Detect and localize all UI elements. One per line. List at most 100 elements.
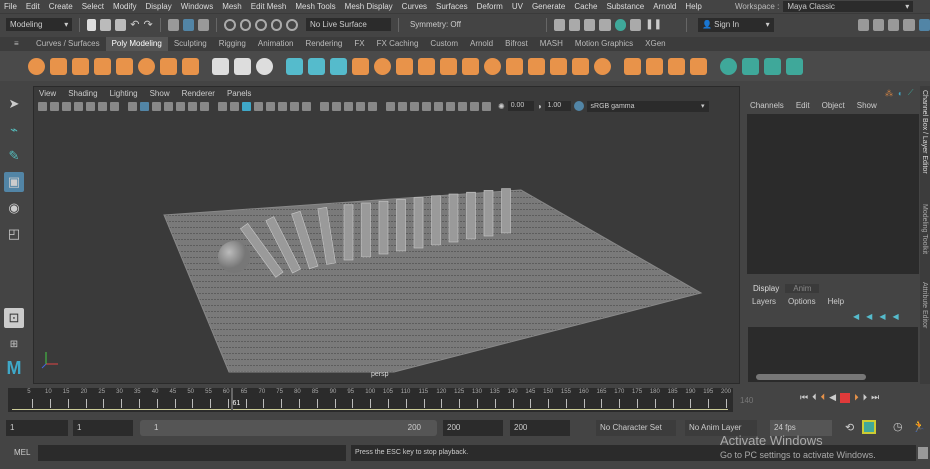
viewport-tool-icon[interactable] — [386, 101, 395, 111]
viewport-tool-icon[interactable] — [128, 101, 137, 111]
help-icon[interactable]: ◐ — [898, 89, 903, 98]
viewport-tool-icon[interactable] — [482, 101, 491, 111]
tab-poly-modeling[interactable]: Poly Modeling — [105, 37, 168, 51]
panel-menu-shading[interactable]: Shading — [68, 89, 97, 98]
uv-icon[interactable] — [330, 57, 347, 75]
menu-edit-mesh[interactable]: Edit Mesh — [251, 2, 287, 11]
tab-attribute-editor[interactable]: Attribute Editor — [921, 282, 928, 328]
mesh-a-icon[interactable] — [720, 57, 737, 75]
type-icon[interactable] — [234, 57, 251, 75]
tab-mash[interactable]: MASH — [534, 37, 569, 51]
menu-mesh-display[interactable]: Mesh Display — [345, 2, 393, 11]
smooth-icon[interactable] — [440, 57, 457, 75]
render-settings-icon[interactable] — [584, 18, 596, 31]
viewport-tool-icon[interactable] — [140, 101, 149, 111]
start-time-field[interactable]: 1 — [6, 420, 68, 436]
menu-deform[interactable]: Deform — [477, 2, 503, 11]
multi-cut-icon[interactable] — [572, 57, 589, 75]
viewport-tool-icon[interactable] — [422, 101, 431, 111]
tab-sculpting[interactable]: Sculpting — [168, 37, 213, 51]
channel-menu-channels[interactable]: Channels — [750, 101, 784, 110]
viewport-tool-icon[interactable] — [164, 101, 173, 111]
domino-object[interactable] — [466, 191, 476, 240]
combine-icon[interactable] — [352, 57, 369, 75]
fill-hole-icon[interactable] — [550, 57, 567, 75]
tab-channel-box[interactable]: Channel Box / Layer Editor — [921, 90, 928, 174]
viewport-tool-icon[interactable] — [458, 101, 467, 111]
viewport-tool-icon[interactable] — [290, 101, 299, 111]
sign-in-button[interactable]: 👤 Sign In ▾ — [697, 17, 774, 32]
offset-loop-icon[interactable] — [594, 57, 611, 75]
symmetry-dropdown[interactable]: Symmetry: Off — [405, 18, 482, 31]
render-view-icon[interactable] — [614, 18, 626, 31]
separate-icon[interactable] — [374, 57, 391, 75]
menu-modify[interactable]: Modify — [113, 2, 137, 11]
viewport-tool-icon[interactable] — [62, 101, 71, 111]
tab-xgen[interactable]: XGen — [639, 37, 671, 51]
domino-object[interactable] — [343, 204, 354, 261]
viewport-tool-icon[interactable] — [254, 101, 263, 111]
rotate-tool-icon[interactable]: ◉ — [4, 198, 24, 218]
viewport-tool-icon[interactable] — [230, 101, 239, 111]
tab-fx-caching[interactable]: FX Caching — [371, 37, 425, 51]
play-backward-icon[interactable]: ◀ — [829, 392, 836, 403]
panel-menu-renderer[interactable]: Renderer — [182, 89, 215, 98]
disc-icon[interactable] — [160, 57, 177, 75]
step-back-icon[interactable]: ⏴ — [812, 392, 817, 403]
layer-menu-options[interactable]: Options — [788, 297, 816, 306]
viewport-tool-icon[interactable] — [200, 101, 209, 111]
booleans-icon[interactable] — [418, 57, 435, 75]
viewport-tool-icon[interactable] — [242, 101, 251, 111]
menu-display[interactable]: Display — [146, 2, 172, 11]
stop-icon[interactable] — [840, 392, 851, 403]
viewport-tool-icon[interactable] — [152, 101, 161, 111]
viewport-tool-icon[interactable] — [368, 101, 377, 111]
channel-menu-edit[interactable]: Edit — [796, 101, 810, 110]
channel-menu-show[interactable]: Show — [857, 101, 877, 110]
viewport-tool-icon[interactable] — [470, 101, 479, 111]
extrude-icon[interactable] — [506, 57, 523, 75]
color-management-icon[interactable] — [573, 101, 584, 111]
human-ik-icon[interactable] — [872, 18, 885, 31]
panel-menu-lighting[interactable]: Lighting — [110, 89, 138, 98]
run-icon[interactable]: 🏃 — [912, 420, 926, 433]
domino-object[interactable] — [378, 200, 389, 255]
auto-key-icon[interactable] — [862, 420, 876, 434]
layer-menu-layers[interactable]: Layers — [752, 297, 776, 306]
mirror-icon[interactable] — [462, 57, 479, 75]
cylinder-icon[interactable] — [72, 57, 89, 75]
time-slider[interactable]: 5 10 15 20 25 30 35 40 45 50 55 60 65 70 75 80 85 90 95 100… — [8, 388, 733, 412]
menu-arnold[interactable]: Arnold — [653, 2, 676, 11]
hypershade-icon[interactable] — [599, 18, 611, 31]
viewport-tool-icon[interactable] — [434, 101, 443, 111]
ipr-render-icon[interactable] — [568, 18, 581, 31]
select-component-icon[interactable] — [198, 18, 210, 31]
tab-custom[interactable]: Custom — [424, 37, 464, 51]
viewport-tool-icon[interactable] — [398, 101, 407, 111]
tab-animation[interactable]: Animation — [252, 37, 300, 51]
menu-mesh[interactable]: Mesh — [222, 2, 242, 11]
mel-label[interactable]: MEL — [14, 448, 30, 457]
viewport-tool-icon[interactable] — [176, 101, 185, 111]
viewport-tool-icon[interactable] — [278, 101, 287, 111]
mesh-d-icon[interactable] — [786, 57, 803, 75]
layer-menu-help[interactable]: Help — [828, 297, 844, 306]
viewport-tool-icon[interactable] — [320, 101, 329, 111]
arnold-render-icon[interactable] — [629, 18, 642, 31]
render-icon[interactable] — [553, 18, 565, 31]
viewport-tool-icon[interactable] — [110, 101, 119, 111]
insert-loop-icon[interactable] — [624, 57, 641, 75]
shelf-menu-icon[interactable]: ≡ — [8, 37, 25, 51]
lasso-tool-icon[interactable]: ⌁ — [4, 120, 24, 140]
svg-icon[interactable] — [256, 57, 273, 75]
viewport-tool-icon[interactable] — [188, 101, 197, 111]
viewport-tool-icon[interactable] — [356, 101, 365, 111]
extract-icon[interactable] — [396, 57, 413, 75]
sphere-icon[interactable] — [28, 57, 45, 75]
menu-edit[interactable]: Edit — [26, 2, 40, 11]
mesh-c-icon[interactable] — [764, 57, 781, 75]
move-up-layer-icon[interactable]: ◀ — [879, 312, 885, 321]
new-layer-selected-icon[interactable]: ◀ — [866, 312, 872, 321]
sculpt-icon[interactable] — [668, 57, 685, 75]
mode-dropdown[interactable]: Modeling ▾ — [6, 18, 73, 31]
